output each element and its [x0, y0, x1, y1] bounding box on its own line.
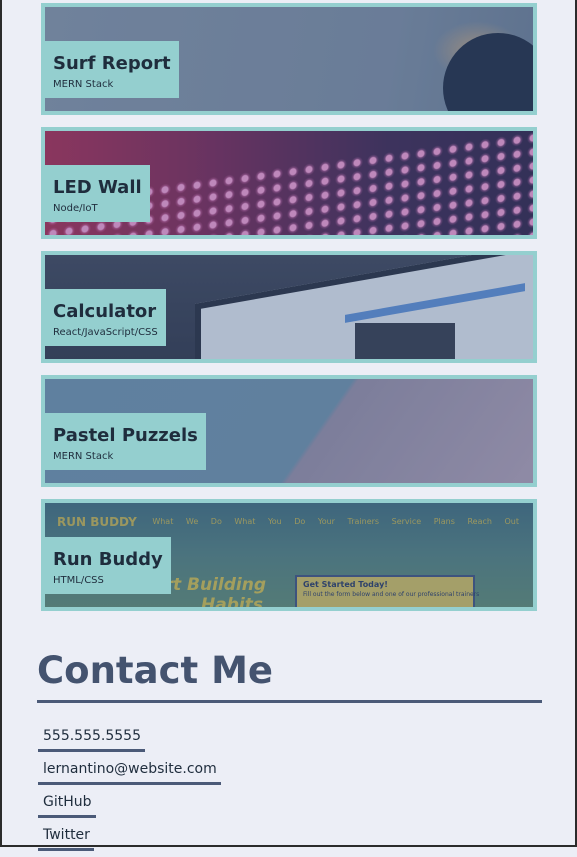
- project-card-calculator[interactable]: Calculator React/JavaScript/CSS: [41, 251, 537, 363]
- list-item: lernantino@website.com: [37, 758, 542, 785]
- project-tech: MERN Stack: [53, 79, 114, 90]
- project-tech: Node/IoT: [53, 203, 98, 214]
- window-frame-left: [0, 0, 2, 847]
- project-title: Calculator: [53, 301, 157, 322]
- contact-list: 555.555.5555 lernantino@website.com GitH…: [37, 725, 542, 851]
- heading-divider: [37, 700, 542, 703]
- email-link[interactable]: lernantino@website.com: [38, 759, 221, 785]
- project-title: Pastel Puzzels: [53, 425, 198, 446]
- list-item: 555.555.5555: [37, 725, 542, 752]
- project-label: Surf Report MERN Stack: [45, 41, 179, 98]
- twitter-link[interactable]: Twitter: [38, 825, 94, 851]
- project-title: Run Buddy: [53, 549, 163, 570]
- project-label: Pastel Puzzels MERN Stack: [45, 413, 206, 470]
- project-card-led-wall[interactable]: LED Wall Node/IoT: [41, 127, 537, 239]
- project-card-surf-report[interactable]: Surf Report MERN Stack: [41, 3, 537, 115]
- list-item: GitHub: [37, 791, 542, 818]
- list-item: Twitter: [37, 824, 542, 851]
- project-label: Calculator React/JavaScript/CSS: [45, 289, 166, 346]
- github-link[interactable]: GitHub: [38, 792, 96, 818]
- contact-section: Contact Me 555.555.5555 lernantino@websi…: [37, 648, 542, 857]
- project-title: LED Wall: [53, 177, 142, 198]
- project-card-pastel-puzzels[interactable]: Pastel Puzzels MERN Stack: [41, 375, 537, 487]
- project-label: LED Wall Node/IoT: [45, 165, 150, 222]
- project-card-run-buddy[interactable]: RUN BUDDY What We Do What You Do Your Tr…: [41, 499, 537, 611]
- phone-link[interactable]: 555.555.5555: [38, 726, 145, 752]
- contact-heading: Contact Me: [37, 649, 273, 692]
- projects-gallery: Surf Report MERN Stack LED Wall Node/IoT…: [41, 3, 537, 623]
- project-tech: MERN Stack: [53, 451, 114, 462]
- project-title: Surf Report: [53, 53, 171, 74]
- project-label: Run Buddy HTML/CSS: [45, 537, 171, 594]
- project-tech: HTML/CSS: [53, 575, 104, 586]
- project-tech: React/JavaScript/CSS: [53, 327, 158, 338]
